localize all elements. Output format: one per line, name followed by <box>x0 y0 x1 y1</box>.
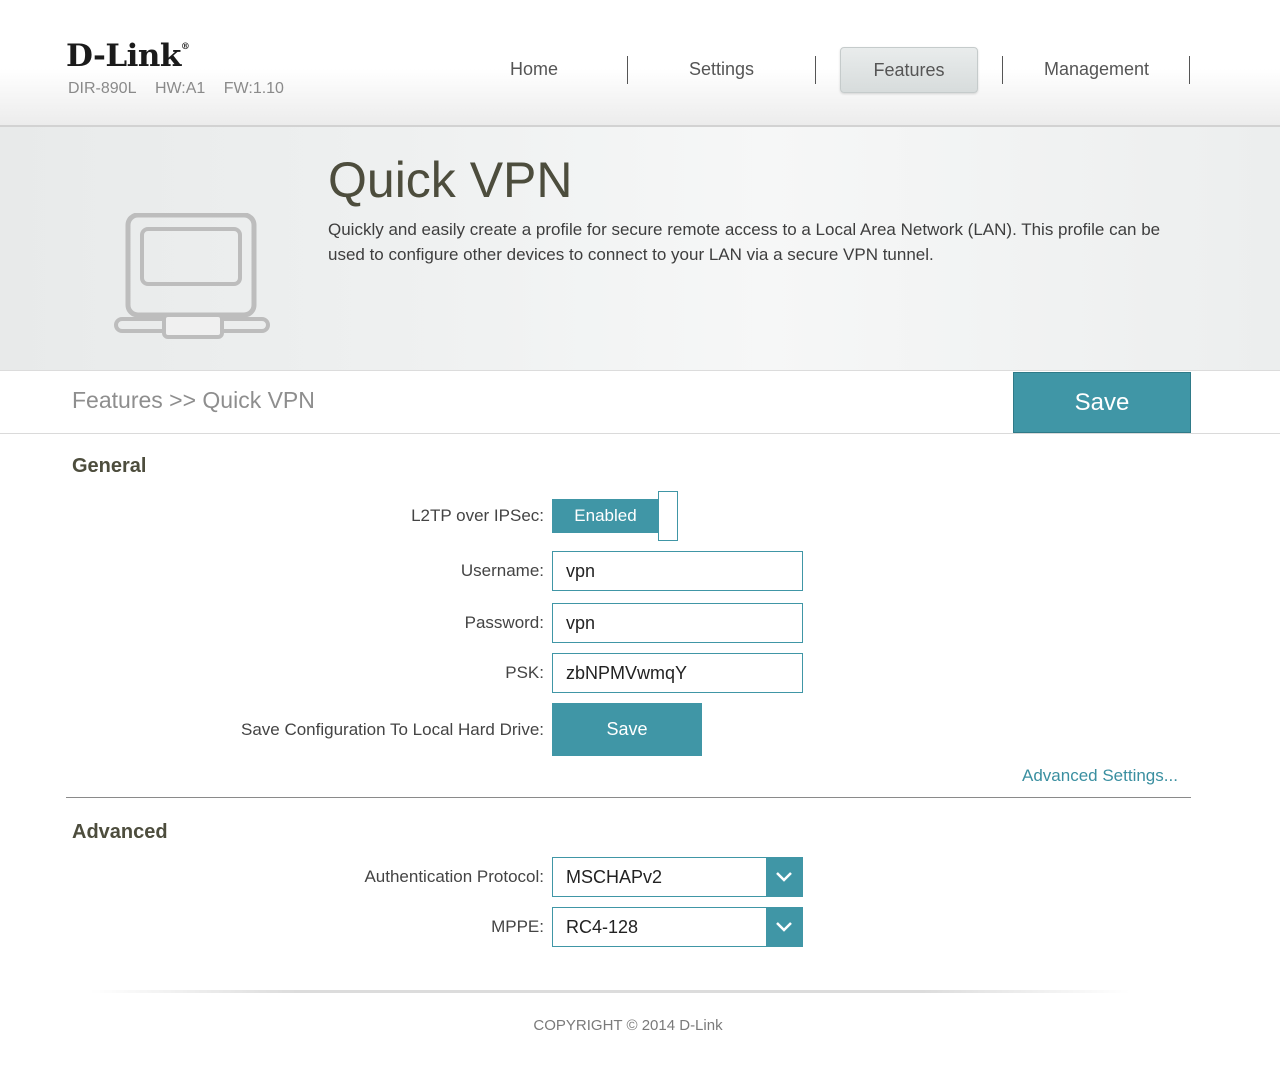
password-field[interactable]: vpn <box>552 603 803 643</box>
nav-settings[interactable]: Settings <box>628 47 815 91</box>
computer-network-icon <box>112 212 272 348</box>
hardware-version: HW:A1 <box>154 80 206 97</box>
save-config-button[interactable]: Save <box>552 703 702 756</box>
nav-management-label: Management <box>1043 59 1150 79</box>
nav-settings-label: Settings <box>688 59 755 79</box>
nav-features[interactable]: Features <box>840 47 978 93</box>
d-link-logo[interactable]: D-Link® <box>66 38 190 74</box>
username-label: Username: <box>460 561 544 580</box>
l2tp-toggle[interactable]: Enabled <box>552 491 678 541</box>
auth-protocol-label: Authentication Protocol: <box>364 867 544 886</box>
section-title-general: General <box>72 455 147 477</box>
save-config-label: Save Configuration To Local Hard Drive: <box>240 720 544 739</box>
breadcrumb: Features >> Quick VPN <box>72 387 315 413</box>
mppe-label: MPPE: <box>491 917 544 936</box>
mppe-value: RC4-128 <box>566 917 639 937</box>
chevron-down-icon[interactable] <box>766 858 802 896</box>
section-title-advanced: Advanced <box>72 821 168 843</box>
header: D-Link® DIR-890L HW:A1 FW:1.10 Home Sett… <box>0 0 1280 127</box>
footer-divider <box>90 990 1130 993</box>
toggle-knob <box>658 491 678 541</box>
page-description: Quickly and easily create a profile for … <box>328 220 1161 264</box>
auth-protocol-value: MSCHAPv2 <box>566 867 663 887</box>
psk-field[interactable]: zbNPMVwmqY <box>552 653 803 693</box>
section-divider <box>66 797 1191 798</box>
model-number: DIR-890L <box>68 80 137 97</box>
logo-text: D-Link <box>66 38 181 74</box>
firmware-version: FW:1.10 <box>223 80 284 97</box>
nav-management[interactable]: Management <box>1003 47 1190 91</box>
toggle-state-label: Enabled <box>552 499 659 533</box>
breadcrumb-bar: Features >> Quick VPN Save <box>0 371 1280 434</box>
nav-home[interactable]: Home <box>440 47 628 91</box>
save-button[interactable]: Save <box>1013 372 1191 433</box>
password-label: Password: <box>464 613 544 632</box>
mppe-select[interactable]: RC4-128 <box>552 907 803 947</box>
nav-home-label: Home <box>509 59 558 79</box>
nav-features-label: Features <box>873 60 945 80</box>
nav-separator <box>1189 56 1190 84</box>
chevron-down-icon[interactable] <box>766 908 802 946</box>
page-title: Quick VPN <box>328 152 573 208</box>
device-info: DIR-890L HW:A1 FW:1.10 <box>68 80 298 98</box>
auth-protocol-select[interactable]: MSCHAPv2 <box>552 857 803 897</box>
psk-label: PSK: <box>505 663 544 682</box>
nav-separator <box>815 56 816 84</box>
copyright: COPYRIGHT © 2014 D-Link <box>533 1017 723 1034</box>
l2tp-label: L2TP over IPSec: <box>411 506 544 525</box>
page-banner: Quick VPN Quickly and easily create a pr… <box>0 127 1280 371</box>
advanced-settings-link[interactable]: Advanced Settings... <box>1022 766 1178 786</box>
username-field[interactable]: vpn <box>552 551 803 591</box>
